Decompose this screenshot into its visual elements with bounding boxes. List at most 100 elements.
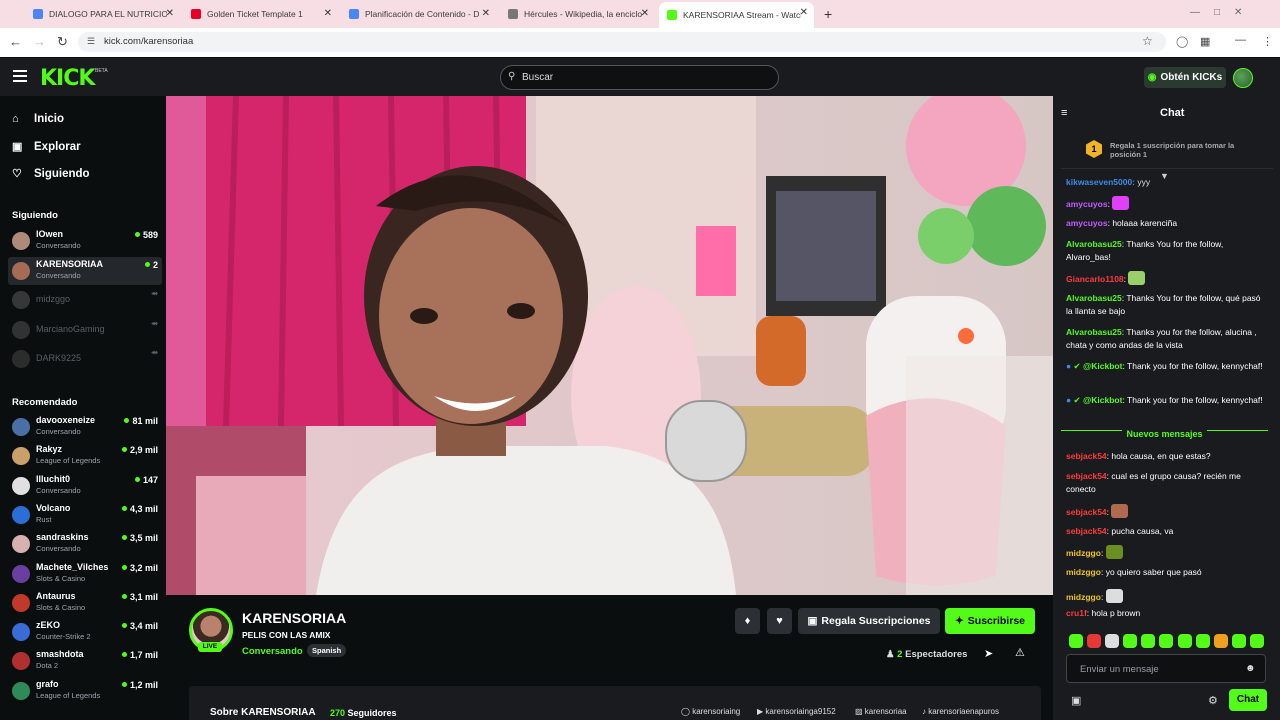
channel-avatar bbox=[12, 681, 30, 700]
back-icon[interactable]: ← bbox=[9, 35, 22, 49]
stream-category[interactable]: Conversando bbox=[242, 646, 303, 657]
share-icon[interactable]: ➤ bbox=[984, 647, 993, 660]
get-kicks-button[interactable]: ◉ Obtén KICKs bbox=[1144, 67, 1226, 88]
chat-username[interactable]: cru1f bbox=[1066, 608, 1087, 618]
chat-username[interactable]: sebjack54 bbox=[1066, 526, 1107, 536]
channel-item[interactable]: MarcianoGaming ⇴ bbox=[8, 316, 162, 344]
tab-close-icon[interactable]: ✕ bbox=[324, 8, 332, 19]
chat-username[interactable]: amycuyos bbox=[1066, 199, 1108, 209]
chat-username[interactable]: midzggo bbox=[1066, 592, 1101, 602]
channel-item[interactable]: DARK9225 ⇴ bbox=[8, 345, 162, 373]
chat-username[interactable]: sebjack54 bbox=[1066, 471, 1107, 481]
channel-item[interactable]: sandraskins Conversando 3,5 mil bbox=[8, 530, 162, 558]
chat-emote bbox=[1105, 589, 1123, 603]
gift-subscriptions-button[interactable]: ▣ Regala Suscripciones bbox=[798, 608, 940, 634]
menu-icon[interactable] bbox=[13, 70, 27, 82]
chat-username[interactable]: Giancarlo1108 bbox=[1066, 274, 1124, 284]
channel-item[interactable]: lOwen Conversando 589 bbox=[8, 227, 162, 255]
channel-item[interactable]: Antaurus Slots & Casino 3,1 mil bbox=[8, 589, 162, 617]
sidebar-nav-explorar[interactable]: ▣ Explorar bbox=[12, 140, 81, 154]
channel-item[interactable]: Rakyz League of Legends 2,9 mil bbox=[8, 442, 162, 470]
forward-icon[interactable]: → bbox=[33, 35, 46, 49]
new-tab-button[interactable]: + bbox=[824, 6, 832, 22]
channel-item[interactable]: Machete_Vilches Slots & Casino 3,2 mil bbox=[8, 560, 162, 588]
gift-icon[interactable]: ▣ bbox=[1071, 694, 1081, 707]
send-chat-button[interactable]: Chat bbox=[1229, 689, 1267, 711]
youtube-link[interactable]: ▶ karensoriainga9152 bbox=[757, 707, 836, 716]
chat-text: Thank you for the follow, kennychaf! bbox=[1127, 395, 1263, 405]
channel-name: sandraskins bbox=[36, 532, 89, 543]
chat-username[interactable]: amycuyos bbox=[1066, 218, 1108, 228]
channel-avatar bbox=[12, 447, 30, 466]
channel-item[interactable]: KARENSORIAA Conversando 2 bbox=[8, 256, 162, 285]
browser-tab[interactable]: Planificación de Contenido - D ✕ bbox=[341, 3, 496, 25]
quick-emote[interactable] bbox=[1249, 634, 1264, 648]
site-info-icon[interactable]: ☰ bbox=[87, 36, 95, 47]
report-icon[interactable]: ⚠ bbox=[1015, 646, 1025, 659]
channel-item[interactable]: grafo League of Legends 1,2 mil bbox=[8, 677, 162, 705]
sidebar-nav-inicio[interactable]: ⌂ Inicio bbox=[12, 113, 64, 125]
tab-close-icon[interactable]: ✕ bbox=[482, 8, 490, 19]
bookmark-star-icon[interactable]: ☆ bbox=[1142, 34, 1153, 48]
browser-tab[interactable]: Golden Ticket Template 1 ✕ bbox=[183, 3, 338, 25]
tab-close-icon[interactable]: ✕ bbox=[641, 8, 649, 19]
notification-bell-button[interactable]: ♦ bbox=[735, 608, 760, 634]
user-avatar[interactable] bbox=[1233, 68, 1253, 88]
quick-emote[interactable] bbox=[1231, 634, 1246, 648]
chat-username[interactable]: Alvarobasu25 bbox=[1066, 293, 1122, 303]
chat-username[interactable]: @Kickbot bbox=[1083, 361, 1122, 371]
youtube-icon: ▶ bbox=[757, 707, 764, 716]
chat-message: ● ✔ @Kickbot: Thank you for the follow, … bbox=[1066, 394, 1266, 407]
video-player[interactable] bbox=[166, 96, 1053, 595]
subscribe-button[interactable]: ✦ Suscribirse bbox=[945, 608, 1035, 634]
browser-tab[interactable]: KARENSORIAA Stream - Watch ✕ bbox=[659, 2, 814, 28]
collapse-chat-icon[interactable]: ≡ bbox=[1061, 107, 1067, 119]
tiktok-link[interactable]: ♪ karensoriaenapuros bbox=[922, 707, 999, 716]
emoji-picker-icon[interactable]: ☻ bbox=[1245, 663, 1256, 674]
quick-emote[interactable] bbox=[1105, 634, 1120, 648]
follow-heart-button[interactable]: ♥ bbox=[767, 608, 792, 634]
chat-username[interactable]: sebjack54 bbox=[1066, 507, 1107, 517]
extension-shield-icon[interactable]: ◯ bbox=[1176, 35, 1188, 48]
address-bar[interactable] bbox=[78, 32, 1166, 52]
quick-emote[interactable] bbox=[1177, 634, 1192, 648]
viewer-count: 1,2 mil bbox=[122, 680, 158, 690]
profile-menu-icon[interactable]: — bbox=[1235, 34, 1246, 46]
chat-username[interactable]: midzggo bbox=[1066, 548, 1101, 558]
chat-username[interactable]: Alvarobasu25 bbox=[1066, 327, 1122, 337]
kick-logo[interactable]: KICK bbox=[40, 66, 95, 91]
tab-close-icon[interactable]: ✕ bbox=[800, 7, 808, 18]
browser-tab[interactable]: Hércules - Wikipedia, la enciclo ✕ bbox=[500, 3, 655, 25]
chat-username[interactable]: midzggo bbox=[1066, 567, 1101, 577]
reload-icon[interactable]: ↻ bbox=[57, 35, 68, 49]
chat-username[interactable]: sebjack54 bbox=[1066, 451, 1107, 461]
channel-category: Conversando bbox=[36, 270, 81, 280]
chat-username[interactable]: @Kickbot bbox=[1083, 395, 1122, 405]
browser-menu-icon[interactable]: ⋮ bbox=[1262, 35, 1273, 48]
quick-emote[interactable] bbox=[1159, 634, 1174, 648]
channel-item[interactable]: zEKO Counter-Strike 2 3,4 mil bbox=[8, 618, 162, 646]
discord-link[interactable]: ▨ karensoriaa bbox=[855, 707, 907, 716]
sidebar-nav-siguiendo[interactable]: ♡ Siguiendo bbox=[12, 167, 90, 181]
window-controls[interactable]: —□✕ bbox=[1190, 7, 1256, 18]
channel-item[interactable]: Illuchit0 Conversando 147 bbox=[8, 472, 162, 500]
quick-emote[interactable] bbox=[1087, 634, 1102, 648]
streamer-name[interactable]: KARENSORIAA bbox=[242, 610, 346, 626]
instagram-link[interactable]: ◯ karensoriaing bbox=[681, 707, 740, 716]
chat-text: yo quiero saber que pasó bbox=[1105, 567, 1202, 577]
quick-emote[interactable] bbox=[1213, 634, 1228, 648]
quick-emote[interactable] bbox=[1195, 634, 1210, 648]
channel-item[interactable]: Volcano Rust 4,3 mil bbox=[8, 501, 162, 529]
browser-tab[interactable]: DIALOGO PARA EL NUTRICION ✕ bbox=[25, 3, 180, 25]
tab-close-icon[interactable]: ✕ bbox=[166, 8, 174, 19]
quick-emote[interactable] bbox=[1141, 634, 1156, 648]
channel-item[interactable]: midzggo ⇴ bbox=[8, 286, 162, 314]
quick-emote[interactable] bbox=[1123, 634, 1138, 648]
chat-settings-gear-icon[interactable]: ⚙ bbox=[1208, 694, 1218, 707]
extensions-puzzle-icon[interactable]: ▦ bbox=[1200, 35, 1210, 48]
channel-item[interactable]: davooxeneize Conversando 81 mil bbox=[8, 413, 162, 441]
quick-emote[interactable] bbox=[1069, 634, 1083, 648]
chat-username[interactable]: Alvarobasu25 bbox=[1066, 239, 1122, 249]
language-tag[interactable]: Spanish bbox=[307, 644, 347, 657]
channel-item[interactable]: smashdota Dota 2 1,7 mil bbox=[8, 647, 162, 675]
